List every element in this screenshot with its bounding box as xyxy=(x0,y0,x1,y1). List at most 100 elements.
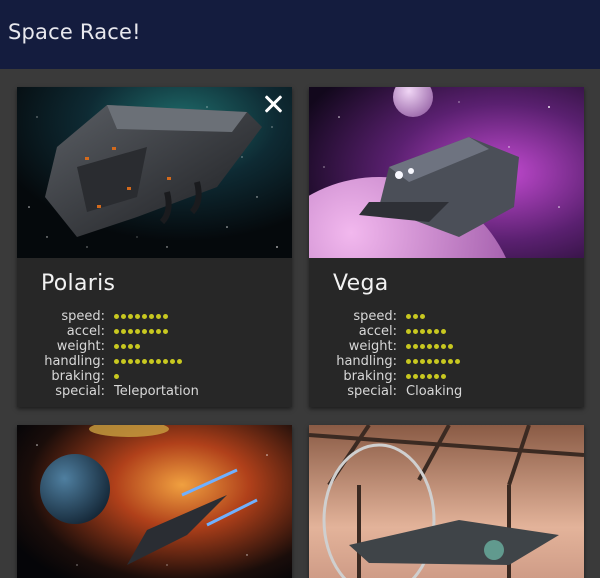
stat-dots xyxy=(406,339,453,354)
stat-dot xyxy=(413,314,418,319)
stat-dot xyxy=(163,329,168,334)
ship-card-polaris[interactable]: Polaris speed: accel: weight: handling: … xyxy=(17,87,292,407)
stat-dot xyxy=(427,374,432,379)
stat-dot xyxy=(441,344,446,349)
stat-row-weight: weight: xyxy=(17,339,292,354)
ship-image-4 xyxy=(309,425,584,578)
stat-dots xyxy=(114,369,119,384)
stat-dot xyxy=(455,359,460,364)
stat-label: accel: xyxy=(358,324,397,339)
stat-dot xyxy=(121,314,126,319)
stat-dot xyxy=(114,374,119,379)
stat-dot xyxy=(135,314,140,319)
stat-label: accel: xyxy=(66,324,105,339)
stat-row-speed: speed: xyxy=(309,309,584,324)
stat-dots xyxy=(114,309,168,324)
stat-dot xyxy=(135,344,140,349)
stat-dot xyxy=(114,329,119,334)
stat-dot xyxy=(149,329,154,334)
stat-dot xyxy=(128,314,133,319)
stats-list: speed: accel: weight: handling: braking:… xyxy=(309,309,584,399)
stat-dot xyxy=(420,314,425,319)
stat-dot xyxy=(128,359,133,364)
stat-dot xyxy=(413,374,418,379)
stat-dot xyxy=(427,359,432,364)
stat-dots xyxy=(406,309,425,324)
ship-image-polaris xyxy=(17,87,292,258)
stat-dots xyxy=(406,354,460,369)
stat-row-handling: handling: xyxy=(17,354,292,369)
stat-dot xyxy=(420,329,425,334)
stat-dot xyxy=(441,359,446,364)
stat-label: handling: xyxy=(336,354,397,369)
stat-label: weight: xyxy=(348,339,397,354)
ship-name: Polaris xyxy=(41,271,116,296)
stat-dot xyxy=(163,314,168,319)
ship-card-4[interactable] xyxy=(309,425,584,578)
stat-row-accel: accel: xyxy=(309,324,584,339)
stat-dot xyxy=(156,359,161,364)
ship-image-vega xyxy=(309,87,584,258)
ship-name: Vega xyxy=(333,271,389,296)
stat-dot xyxy=(135,329,140,334)
stat-dot xyxy=(156,314,161,319)
special-ability: Cloaking xyxy=(406,384,463,399)
stat-dot xyxy=(434,374,439,379)
stat-dot xyxy=(156,329,161,334)
stat-label: speed: xyxy=(61,309,105,324)
stat-dot xyxy=(427,344,432,349)
stat-dot xyxy=(177,359,182,364)
stat-dot xyxy=(420,344,425,349)
stat-dots xyxy=(406,324,446,339)
stat-dot xyxy=(121,359,126,364)
stat-dot xyxy=(128,329,133,334)
ship-card-3[interactable] xyxy=(17,425,292,578)
stat-row-special: special: Teleportation xyxy=(17,384,292,399)
stat-dot xyxy=(434,359,439,364)
stat-row-special: special: Cloaking xyxy=(309,384,584,399)
stat-label: speed: xyxy=(353,309,397,324)
stat-dot xyxy=(142,314,147,319)
stat-label: braking: xyxy=(51,369,105,384)
stat-dot xyxy=(434,329,439,334)
stat-dot xyxy=(406,344,411,349)
stat-dot xyxy=(413,329,418,334)
stat-dot xyxy=(406,359,411,364)
stat-dot xyxy=(114,314,119,319)
stat-dot xyxy=(448,359,453,364)
app-bar: Space Race! xyxy=(0,0,600,69)
stat-label: special: xyxy=(347,384,397,399)
stat-dot xyxy=(142,329,147,334)
ship-card-vega[interactable]: Vega speed: accel: weight: handling: bra… xyxy=(309,87,584,407)
stat-dots xyxy=(406,369,446,384)
stat-dot xyxy=(128,344,133,349)
stats-list: speed: accel: weight: handling: braking:… xyxy=(17,309,292,399)
stat-dot xyxy=(406,329,411,334)
stat-row-handling: handling: xyxy=(309,354,584,369)
stat-dot xyxy=(441,329,446,334)
stat-dot xyxy=(427,329,432,334)
stat-dot xyxy=(135,359,140,364)
stat-row-speed: speed: xyxy=(17,309,292,324)
stat-dot xyxy=(149,359,154,364)
stat-dots xyxy=(114,324,168,339)
stat-row-weight: weight: xyxy=(309,339,584,354)
stat-dots xyxy=(114,354,182,369)
stat-row-accel: accel: xyxy=(17,324,292,339)
stat-dot xyxy=(420,359,425,364)
stat-dot xyxy=(114,344,119,349)
stat-label: handling: xyxy=(44,354,105,369)
stat-label: weight: xyxy=(56,339,105,354)
stat-dot xyxy=(441,374,446,379)
stat-dot xyxy=(413,359,418,364)
stat-dot xyxy=(406,314,411,319)
stat-dot xyxy=(149,314,154,319)
stat-row-braking: braking: xyxy=(309,369,584,384)
special-ability: Teleportation xyxy=(114,384,199,399)
stat-dot xyxy=(121,344,126,349)
close-icon[interactable] xyxy=(262,93,284,115)
stat-label: special: xyxy=(55,384,105,399)
stat-dot xyxy=(121,329,126,334)
stat-dot xyxy=(406,374,411,379)
stat-dot xyxy=(420,374,425,379)
